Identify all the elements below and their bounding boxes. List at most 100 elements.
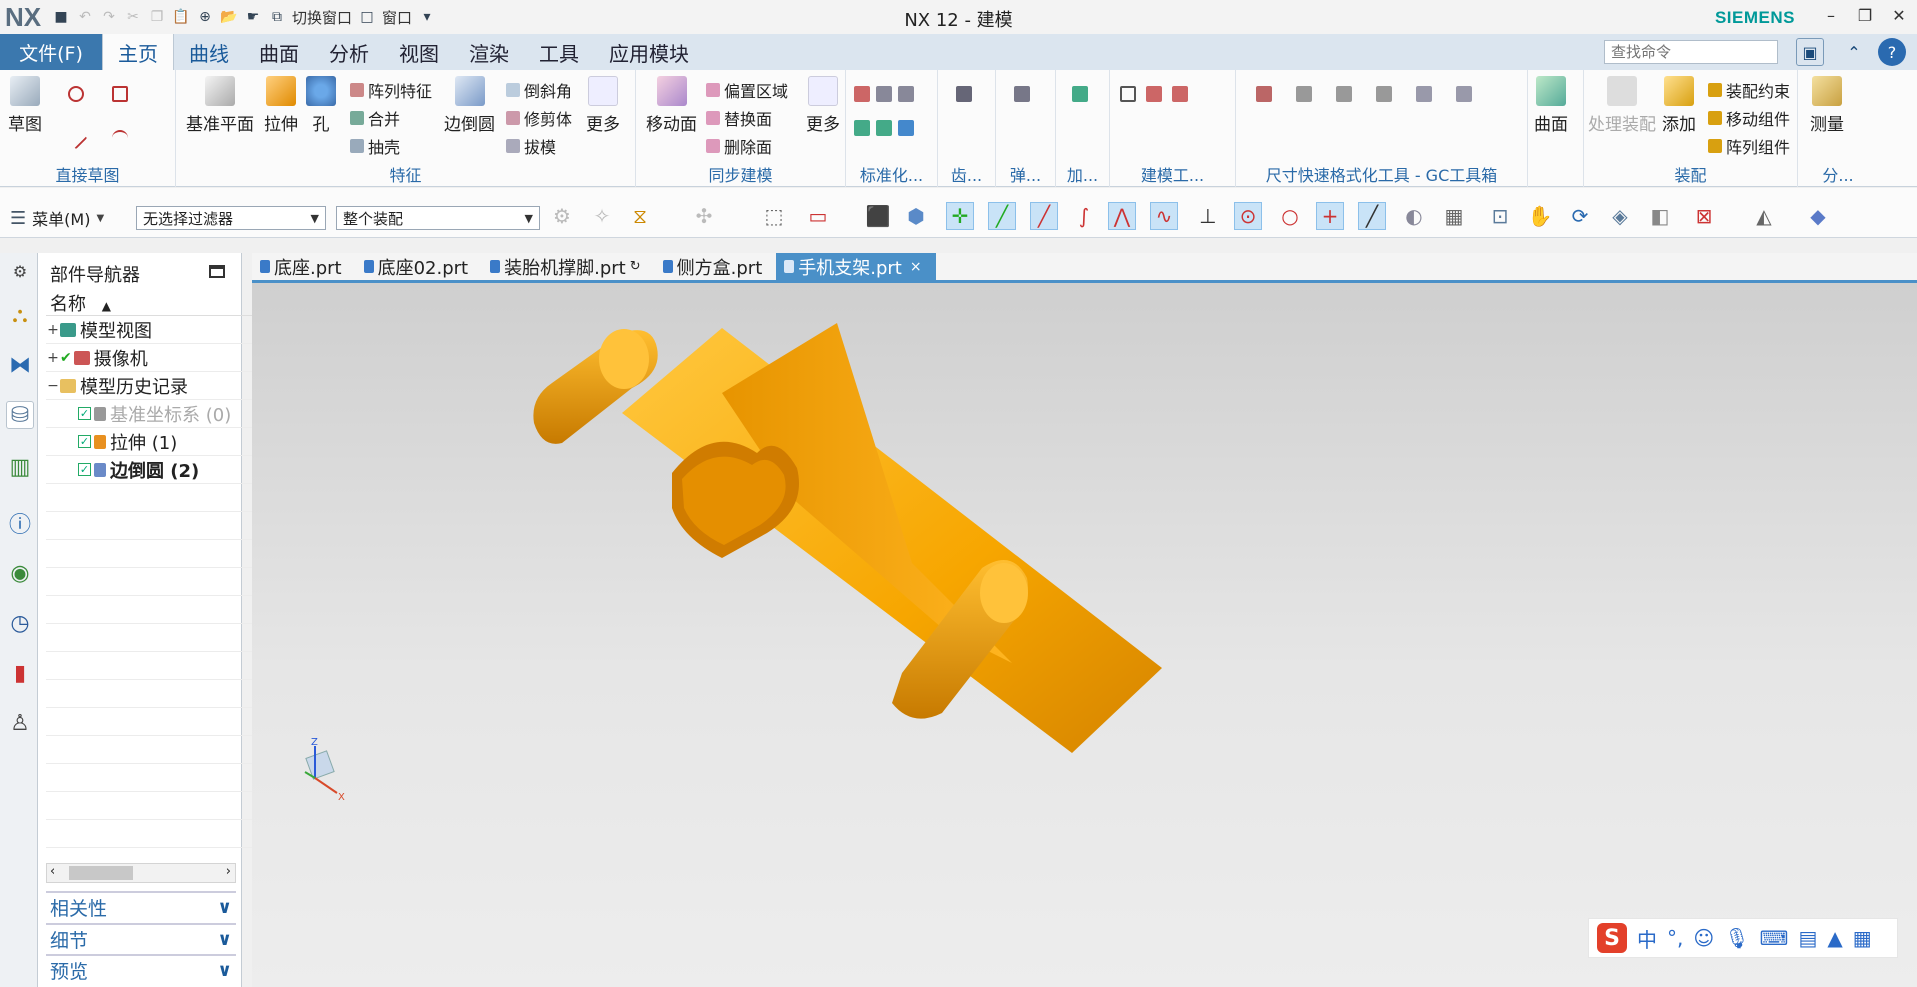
expand-icon[interactable]: + [46,322,60,338]
tab-analysis[interactable]: 分析 [314,34,384,70]
collapse-ribbon-icon[interactable]: ⌃ [1840,38,1868,66]
doc-tab[interactable]: 装胎机撑脚.prt ↻ [482,253,655,280]
switch-window-icon[interactable]: ⧉ [268,8,286,26]
line-icon[interactable] [64,126,88,150]
section-dependencies[interactable]: 相关性 ∨ [46,891,236,921]
quadrant-point-icon[interactable]: ○ [1276,202,1304,230]
graphics-window[interactable]: Z X [252,283,1917,987]
gear-icon[interactable] [956,86,972,102]
snap-point-enable-icon[interactable]: ✛ [946,202,974,230]
roles-icon[interactable]: ♙ [6,709,34,737]
toolbox-icon[interactable]: ▤ [1798,926,1817,950]
tree-node-extrude[interactable]: ✓ 拉伸 (1) [46,428,276,456]
close-tab-icon[interactable]: × [910,259,922,275]
checkbox-checked[interactable]: ✓ [78,435,91,448]
chamfer-button[interactable]: 倒斜角 [506,78,572,102]
selection-filter-dropdown[interactable]: 无选择过滤器 ▼ [136,206,326,230]
collapse-icon[interactable]: − [46,378,60,394]
display-icon[interactable]: ◆ [1804,202,1832,230]
zoom-icon[interactable]: ⊠ [1690,202,1718,230]
emoji-icon[interactable]: ☺ [1693,926,1714,950]
rectangle-icon[interactable] [112,86,128,102]
tab-tools[interactable]: 工具 [524,34,594,70]
section-view-icon[interactable]: ◧ [1646,202,1674,230]
pan-icon[interactable]: ✋ [1526,202,1554,230]
end-point-icon[interactable]: ╱ [988,202,1016,230]
surface-button[interactable]: 曲面 [1534,76,1568,135]
hole-button[interactable]: 孔 [306,76,336,135]
customize-dropdown-icon[interactable]: ▾ [418,8,436,26]
tree-node-model-history[interactable]: − 模型历史记录 [46,372,276,400]
rectangle-select-icon[interactable]: ▭ [804,202,832,230]
offset-region-button[interactable]: 偏置区域 [706,78,788,102]
standard-part-icon[interactable] [854,86,870,102]
modeling-tool-icon[interactable] [1146,86,1162,102]
menu-button[interactable]: ☰ 菜单(M) ▼ [10,206,104,230]
feature-more-button[interactable]: 更多 [586,76,620,135]
doc-tab[interactable]: 底座.prt [252,253,356,280]
part-navigator-icon[interactable]: ⛁ [6,401,34,429]
close-icon[interactable]: ✕ [1886,6,1912,25]
type-filter-icon[interactable]: ⧖ [626,202,654,230]
extrude-button[interactable]: 拉伸 [264,76,298,135]
measure-button[interactable]: 测量 [1810,76,1844,135]
apps-grid-icon[interactable]: ▦ [1853,926,1872,950]
resource-settings-icon[interactable]: ⚙ [6,257,34,285]
ime-punctuation-toggle[interactable]: °, [1667,926,1683,950]
arc-icon[interactable] [112,130,128,146]
selection-scope-dropdown[interactable]: 整个装配 ▼ [336,206,540,230]
copy-icon[interactable]: ❐ [148,8,166,26]
cut-icon[interactable]: ✂ [124,8,142,26]
replace-face-button[interactable]: 替换面 [706,106,772,130]
tab-view[interactable]: 视图 [384,34,454,70]
standard-part-icon[interactable] [898,120,914,136]
edge-blend-button[interactable]: 边倒圆 [444,76,495,135]
reuse-library-icon[interactable]: ▥ [6,453,34,481]
checkbox-checked[interactable]: ✓ [78,407,91,420]
ime-mode-toggle[interactable]: 中 [1637,924,1657,953]
process-assembly-button[interactable]: 处理装配 [1588,76,1656,135]
modeling-tool-icon[interactable] [1120,86,1136,102]
constraint-navigator-icon[interactable]: ⧓ [6,351,34,379]
assembly-navigator-icon[interactable]: ⛬ [6,301,34,329]
sync-more-button[interactable]: 更多 [806,76,840,135]
tab-surface[interactable]: 曲面 [244,34,314,70]
dimension-format-icon[interactable] [1296,86,1312,102]
sketch-button[interactable]: 草图 [8,76,42,135]
section-preview[interactable]: 预览 ∨ [46,954,236,984]
point-on-curve-icon[interactable]: ╱ [1358,202,1386,230]
help-icon[interactable]: ? [1878,38,1906,66]
datum-plane-button[interactable]: 基准平面 [186,76,254,135]
tolerance-icon[interactable] [1456,86,1472,102]
scrollbar-thumb[interactable] [69,866,133,880]
move-component-button[interactable]: 移动组件 [1708,106,1790,130]
move-face-button[interactable]: 移动面 [646,76,697,135]
microphone-icon[interactable]: 🎙 [1724,926,1749,950]
spring-icon[interactable] [1014,86,1030,102]
curve-point-icon[interactable]: ∿ [1150,202,1178,230]
history-icon[interactable]: ◷ [6,609,34,637]
select-feature-icon[interactable]: ⚙ [548,202,576,230]
minimize-icon[interactable]: – [1818,6,1844,25]
modeling-tool-icon[interactable] [1172,86,1188,102]
control-point-icon[interactable]: ∫ [1070,202,1098,230]
open-icon[interactable]: 📂 [220,8,238,26]
maximize-icon[interactable] [209,265,225,278]
draft-button[interactable]: 拔模 [506,134,556,158]
shell-button[interactable]: 抽壳 [350,134,400,158]
command-search-input[interactable] [1604,40,1778,64]
system-materials-icon[interactable]: ▮ [6,659,34,687]
paste-icon[interactable]: 📋 [172,8,190,26]
standard-part-icon[interactable] [854,120,870,136]
doc-tab[interactable]: 底座02.prt [356,253,483,280]
body-select-icon[interactable]: ⬛ [864,202,892,230]
standard-part-icon[interactable] [898,86,914,102]
pattern-feature-button[interactable]: 阵列特征 [350,78,432,102]
keyboard-icon[interactable]: ⌨ [1760,926,1789,950]
machining-icon[interactable] [1072,86,1088,102]
touch-mode-icon[interactable]: ☛ [244,8,262,26]
tree-node-edge-blend[interactable]: ✓ 边倒圆 (2) [46,456,276,484]
dimension-format-icon[interactable] [1336,86,1352,102]
existing-point-icon[interactable]: + [1316,202,1344,230]
intersection-point-icon[interactable]: ⋀ [1108,202,1136,230]
